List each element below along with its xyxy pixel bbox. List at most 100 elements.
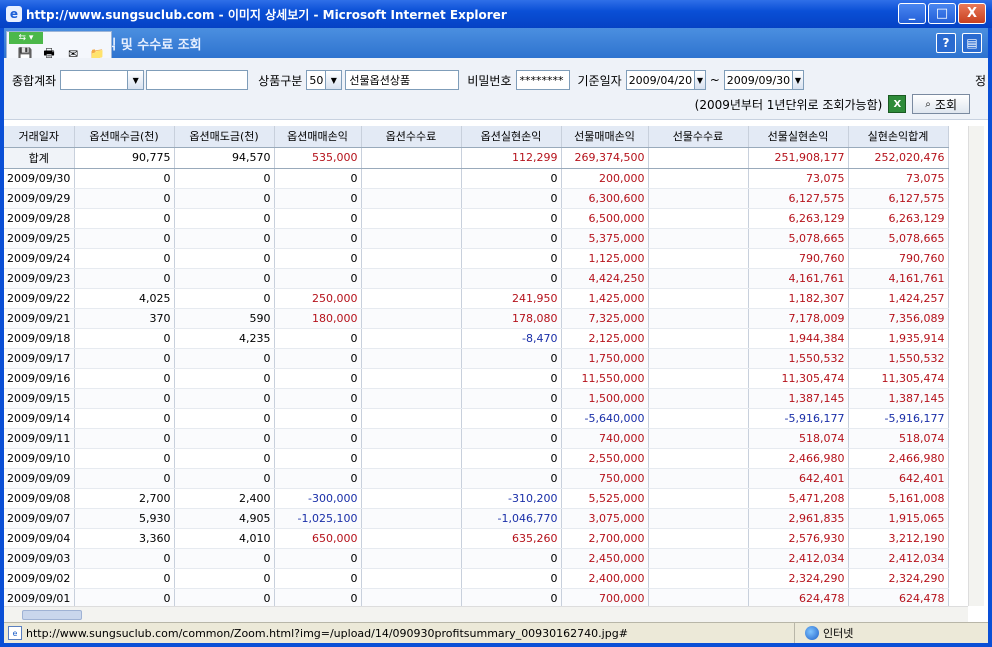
account-name-field[interactable] (146, 70, 249, 90)
print-icon[interactable]: ▤ (962, 33, 982, 53)
table-cell: 7,325,000 (561, 308, 649, 329)
table-cell (361, 568, 462, 589)
table-cell: 6,300,600 (561, 188, 649, 209)
column-header[interactable]: 옵션매매손익 (274, 126, 362, 148)
date-from-select[interactable]: 2009/04/20 ▼ (625, 70, 706, 90)
maximize-button[interactable]: □ (928, 3, 956, 24)
search-button[interactable]: ⌕ 조회 (912, 94, 970, 114)
chevron-down-icon[interactable]: ▼ (325, 71, 342, 89)
table-row[interactable]: 2009/09/07 5,930 4,905 -1,025,100 -1,046,770… (4, 508, 949, 529)
total-cell: 251,908,177 (748, 147, 849, 169)
table-cell: 624,478 (848, 588, 949, 606)
product-code-select[interactable]: 50 ▼ (306, 70, 343, 90)
table-cell: 0 (174, 448, 275, 469)
date-to-select[interactable]: 2009/09/30 ▼ (723, 70, 804, 90)
table-row[interactable]: 2009/09/23 0 0 0 0 4,424,250 4,161,761 4,161,76… (4, 268, 949, 289)
table-cell: 6,263,129 (848, 208, 949, 229)
table-cell: 2,576,930 (748, 528, 849, 549)
column-header[interactable]: 선물매매손익 (561, 126, 649, 148)
table-row[interactable]: 2009/09/09 0 0 0 0 750,000 642,401 642,401 (4, 468, 949, 489)
horizontal-scrollbar[interactable] (4, 606, 968, 622)
table-cell (648, 368, 749, 389)
table-row[interactable]: 2009/09/11 0 0 0 0 740,000 518,074 518,074 (4, 428, 949, 449)
total-cell: 90,775 (74, 147, 175, 169)
table-row[interactable]: 2009/09/30 0 0 0 0 200,000 73,075 73,075 (4, 168, 949, 189)
column-header[interactable]: 실현손익합계 (848, 126, 949, 148)
table-cell: 2,700,000 (561, 528, 649, 549)
column-header[interactable]: 옵션실현손익 (461, 126, 562, 148)
column-header[interactable]: 옵션매도금(천) (174, 126, 275, 148)
table-cell (361, 168, 462, 189)
table-cell: 2009/09/02 (4, 568, 75, 589)
vertical-scrollbar[interactable] (968, 126, 984, 606)
table-row[interactable]: 2009/09/15 0 0 0 0 1,500,000 1,387,145 1,387,14… (4, 388, 949, 409)
table-cell (361, 208, 462, 229)
close-button[interactable]: X (958, 3, 986, 24)
table-row[interactable]: 2009/09/10 0 0 0 0 2,550,000 2,466,980 2,466,98… (4, 448, 949, 469)
column-header[interactable]: 선물실현손익 (748, 126, 849, 148)
toolbar-grip-icon[interactable]: ⇆ ▾ (9, 32, 43, 44)
table-cell (361, 408, 462, 429)
calendar-dropdown-icon[interactable]: ▼ (694, 71, 705, 89)
table-cell: 2009/09/09 (4, 468, 75, 489)
table-cell: 2009/09/21 (4, 308, 75, 329)
table-row[interactable]: 2009/09/03 0 0 0 0 2,450,000 2,412,034 2,412,03… (4, 548, 949, 569)
column-header[interactable]: 선물수수료 (648, 126, 749, 148)
calendar-dropdown-icon[interactable]: ▼ (792, 71, 803, 89)
table-row[interactable]: 2009/09/29 0 0 0 0 6,300,600 6,127,575 6,127,57… (4, 188, 949, 209)
table-row[interactable]: 2009/09/21 370 590 180,000 178,080 7,325,000 7… (4, 308, 949, 329)
table-row[interactable]: 2009/09/14 0 0 0 0 -5,640,000 -5,916,177 -5,916… (4, 408, 949, 429)
table-cell: 2009/09/04 (4, 528, 75, 549)
column-header[interactable]: 옵션수수료 (361, 126, 462, 148)
table-row[interactable]: 2009/09/24 0 0 0 0 1,125,000 790,760 790,760 (4, 248, 949, 269)
table-cell (361, 508, 462, 529)
table-cell: 1,387,145 (748, 388, 849, 409)
table-cell (361, 488, 462, 509)
table-cell: 2009/09/25 (4, 228, 75, 249)
password-field[interactable]: ******** (515, 70, 570, 90)
table-cell: 4,025 (74, 288, 175, 309)
table-cell: 0 (74, 188, 175, 209)
table-cell: 0 (174, 288, 275, 309)
table-cell: -1,025,100 (274, 508, 362, 529)
table-row[interactable]: 2009/09/17 0 0 0 0 1,750,000 1,550,532 1,550,53… (4, 348, 949, 369)
column-header[interactable]: 옵션매수금(천) (74, 126, 175, 148)
table-cell: 4,905 (174, 508, 275, 529)
table-row[interactable]: 2009/09/01 0 0 0 0 700,000 624,478 624,478 (4, 588, 949, 606)
table-row[interactable]: 2009/09/02 0 0 0 0 2,400,000 2,324,290 2,324,29… (4, 568, 949, 589)
table-cell: 6,263,129 (748, 208, 849, 229)
table-row[interactable]: 2009/09/25 0 0 0 0 5,375,000 5,078,665 5,078,66… (4, 228, 949, 249)
excel-export-icon[interactable]: X (888, 95, 907, 113)
table-row[interactable]: 2009/09/16 0 0 0 0 11,550,000 11,305,474 11,305… (4, 368, 949, 389)
total-cell (361, 147, 462, 169)
account-select[interactable]: ▼ (60, 70, 145, 90)
table-row[interactable]: 2009/09/08 2,700 2,400 -300,000 -310,200 5,52… (4, 488, 949, 509)
product-name-field[interactable]: 선물옵션상품 (345, 70, 460, 90)
help-icon[interactable]: ? (936, 33, 956, 53)
table-cell: 2009/09/08 (4, 488, 75, 509)
table-cell: 0 (461, 268, 562, 289)
table-row[interactable]: 2009/09/18 0 4,235 0 -8,470 2,125,000 1,944,38… (4, 328, 949, 349)
table-cell: 2009/09/28 (4, 208, 75, 229)
date-to-value: 2009/09/30 (726, 73, 791, 87)
table-row[interactable]: 2009/09/22 4,025 0 250,000 241,950 1,425,000 1… (4, 288, 949, 309)
minimize-button[interactable]: _ (898, 3, 926, 24)
table-row[interactable]: 2009/09/28 0 0 0 0 6,500,000 6,263,129 6,263,12… (4, 208, 949, 229)
table-cell: 1,425,000 (561, 288, 649, 309)
table-cell: 0 (74, 268, 175, 289)
chevron-down-icon[interactable]: ▼ (127, 71, 144, 89)
table-cell: 4,161,761 (748, 268, 849, 289)
table-cell (361, 288, 462, 309)
scroll-thumb[interactable] (22, 610, 82, 620)
table-cell: 0 (174, 208, 275, 229)
search-icon: ⌕ (925, 98, 931, 110)
table-cell: 11,305,474 (848, 368, 949, 389)
date-label: 기준일자 (577, 73, 622, 88)
table-cell (648, 468, 749, 489)
window-controls: _ □ X (898, 3, 986, 24)
table-cell: 1,550,532 (748, 348, 849, 369)
column-header[interactable]: 거래일자 (4, 126, 75, 148)
table-cell: 180,000 (274, 308, 362, 329)
table-row[interactable]: 2009/09/04 3,360 4,010 650,000 635,260 2,700,… (4, 528, 949, 549)
table-cell: 700,000 (561, 588, 649, 606)
